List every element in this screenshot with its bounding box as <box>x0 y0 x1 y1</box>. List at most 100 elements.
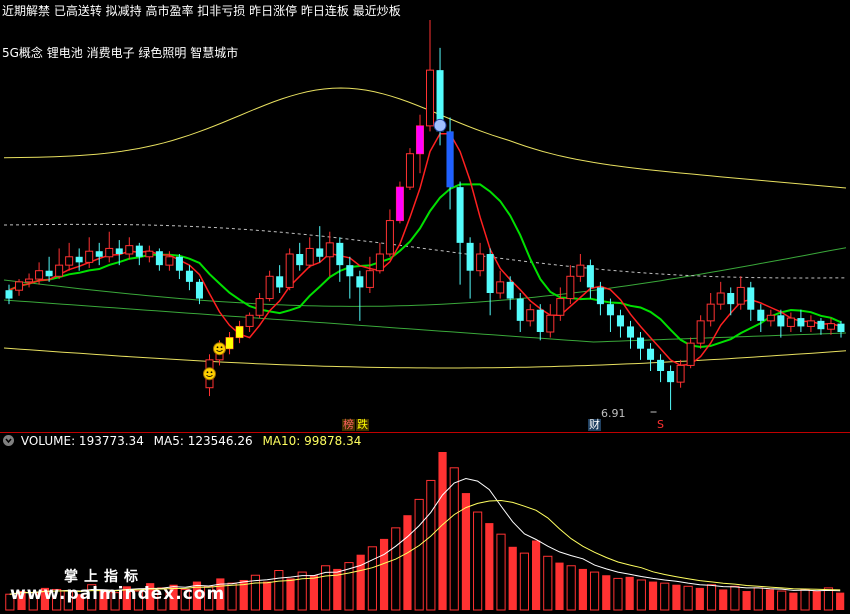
candle-body <box>145 250 154 258</box>
smiley-icon-eye <box>206 371 209 374</box>
volume-bar <box>473 511 483 611</box>
candle-body <box>55 264 64 277</box>
candle-body <box>426 69 435 127</box>
candle-body <box>325 242 334 258</box>
volume-bar <box>706 584 717 611</box>
candle-body <box>175 256 183 271</box>
candle-body <box>285 253 294 288</box>
ma10-value: MA10: 99878.34 <box>262 434 362 448</box>
volume-bar <box>227 582 237 611</box>
candle-body <box>125 245 134 255</box>
volume-bar <box>695 587 704 610</box>
candle-body <box>576 264 585 277</box>
smiley-icon <box>213 342 227 356</box>
smiley-icon-eye <box>210 371 213 374</box>
volume-bar <box>602 575 611 610</box>
stock-tags-line1: 近期解禁 已高送转 拟减持 高市盈率 扣非亏损 昨日涨停 昨日连板 最近炒板 <box>2 4 401 18</box>
volume-bar <box>812 591 821 610</box>
candle-body <box>316 248 324 257</box>
candle-body <box>265 275 274 300</box>
cai-marker: 财 <box>588 418 601 431</box>
candle-body <box>356 276 364 288</box>
volume-bar <box>297 571 307 611</box>
candle-body <box>766 314 775 322</box>
volume-bar <box>449 467 459 611</box>
volume-value: VOLUME: 193773.34 <box>20 434 144 448</box>
candle-body <box>245 314 254 327</box>
candle-body <box>35 270 44 280</box>
candle-body <box>405 153 414 188</box>
candle-body <box>195 281 203 299</box>
volume-bar <box>485 523 494 610</box>
ma5-value: MA5: 123546.26 <box>153 434 253 448</box>
candle-body <box>476 253 485 272</box>
volume-bar <box>613 577 623 611</box>
candle-body <box>716 292 725 305</box>
volume-bar <box>286 578 295 610</box>
watermark-title: 掌上指标 <box>64 569 144 585</box>
candle-body <box>165 256 174 266</box>
candle-body <box>637 337 645 349</box>
low-price-label: 6.91 <box>601 407 626 420</box>
candle-body <box>95 251 103 257</box>
candle-body <box>45 270 53 277</box>
candle-body <box>536 309 544 332</box>
volume-bar <box>309 575 318 610</box>
candle-body <box>696 320 705 344</box>
candle-body <box>657 359 665 371</box>
candle-body <box>686 342 695 366</box>
signal-bar <box>236 326 244 338</box>
candle-body <box>826 323 835 330</box>
candle-body <box>676 364 685 383</box>
candle-body <box>736 286 745 305</box>
candle-body <box>305 247 314 266</box>
candle-body <box>375 253 384 272</box>
candle-body <box>806 320 815 327</box>
candle-body <box>647 348 655 360</box>
candle-body <box>155 251 163 266</box>
ma5-line <box>8 132 842 367</box>
candle-body <box>105 247 114 258</box>
candle-body <box>296 254 304 266</box>
volume-bar <box>625 576 634 610</box>
volume-bar <box>719 589 728 610</box>
candle-body <box>786 317 795 327</box>
volume-bar <box>263 581 272 610</box>
volume-bar <box>379 538 389 610</box>
volume-bar <box>461 493 471 610</box>
kline-chart <box>3 20 847 611</box>
volume-bar <box>566 565 576 611</box>
volume-bar <box>356 554 365 610</box>
candle-body <box>25 278 34 283</box>
candle-body <box>346 265 354 277</box>
volume-bar <box>765 589 775 610</box>
candle-body <box>385 220 394 255</box>
candle-body <box>115 248 123 254</box>
upper-band-line <box>3 87 847 189</box>
volume-bar <box>403 515 412 610</box>
candle-body <box>757 309 765 321</box>
candle-body <box>276 276 284 288</box>
watermark-url: www.palmindex.com <box>10 584 226 604</box>
volume-bar <box>660 582 670 611</box>
volume-bar <box>274 570 284 611</box>
volume-bar <box>496 533 506 611</box>
collapse-icon[interactable] <box>3 435 14 446</box>
ma10-line <box>8 183 842 349</box>
volume-bar <box>532 540 541 610</box>
volume-bar <box>823 587 834 611</box>
smiley-icon-eye <box>220 346 223 349</box>
candle-body <box>185 270 193 282</box>
lower-yellow-line <box>3 347 847 369</box>
candle-body <box>15 281 24 291</box>
candle-body <box>747 287 755 310</box>
candle-body <box>606 304 614 316</box>
candle-body <box>466 242 474 271</box>
candle-body <box>456 187 464 243</box>
candle-body <box>586 265 594 288</box>
candle-body <box>626 326 634 338</box>
volume-bar <box>508 546 517 610</box>
candle-body <box>797 318 805 327</box>
volume-bar <box>836 592 845 610</box>
candle-body <box>616 315 624 327</box>
